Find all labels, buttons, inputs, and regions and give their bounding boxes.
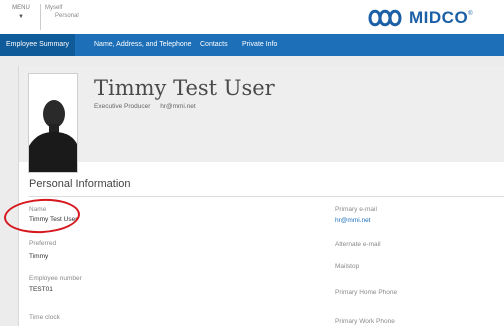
tab-private-info[interactable]: Private Info [236,34,283,56]
job-title: Executive Producer [94,103,151,110]
header-email: hr@mmi.net [160,103,196,110]
registered-mark: ® [468,11,473,17]
chevron-down-icon: ▼ [18,14,24,20]
preferred-label: Preferred [29,240,57,247]
midco-logo: MIDCO ® [368,5,473,31]
main-nav: Employee Summary Name, Address, and Tele… [0,34,504,56]
section-divider [29,196,504,197]
tab-contacts[interactable]: Contacts [194,34,234,56]
menu-label: MENU [12,5,30,11]
mailstop-label: Mailstop [335,263,360,270]
personal-label: Personal [55,13,79,19]
page-gap [0,56,504,66]
employee-number-value: TEST01 [29,286,53,293]
primary-email-label: Primary e-mail [335,206,377,213]
employee-name: Timmy Test User [94,76,275,100]
tab-name-address-telephone[interactable]: Name, Address, and Telephone [88,34,198,56]
logo-text: MIDCO [409,8,469,27]
alternate-email-label: Alternate e-mail [335,241,381,248]
menu-button[interactable]: MENU ▼ [8,4,34,30]
preferred-value: Timmy [29,253,49,260]
myself-label: Myself [45,5,63,11]
primary-work-phone-label: Primary Work Phone [335,318,395,325]
time-clock-label: Time clock [29,314,60,321]
section-title: Personal Information [29,178,131,190]
employee-card: Timmy Test User Executive Producer hr@mm… [18,66,504,326]
employee-number-label: Employee number [29,275,82,282]
person-silhouette-icon [29,74,77,172]
primary-email-link[interactable]: hr@mmi.net [335,217,371,224]
employee-subline: Executive Producer hr@mmi.net [94,103,196,110]
tab-employee-summary[interactable]: Employee Summary [0,34,76,56]
top-bar: MENU ▼ Myself Personal MIDCO ® [0,0,504,35]
primary-home-phone-label: Primary Home Phone [335,289,398,296]
midco-logo-icon [368,9,402,27]
myself-switcher[interactable]: Myself Personal [40,4,79,30]
avatar [28,73,78,173]
